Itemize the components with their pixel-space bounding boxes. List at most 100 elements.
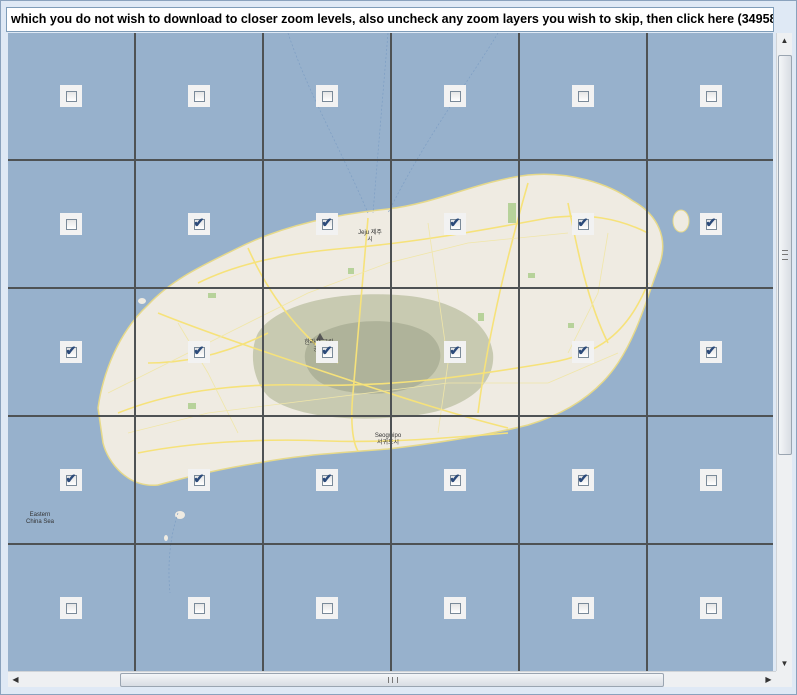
tile-checkbox[interactable]: ✔ bbox=[193, 214, 205, 230]
tile-cell: ✔ bbox=[136, 417, 264, 545]
scroll-down-arrow-icon[interactable]: ▼ bbox=[777, 656, 792, 671]
tile-checkbox[interactable]: ✔ bbox=[577, 214, 589, 230]
checkmark-icon: ✔ bbox=[705, 214, 717, 230]
tile-checkbox[interactable] bbox=[321, 602, 333, 614]
tile-checkbox-wrapper bbox=[60, 213, 82, 235]
tile-cell: ✔ bbox=[136, 161, 264, 289]
tile-checkbox-wrapper: ✔ bbox=[572, 341, 594, 363]
tile-checkbox-wrapper bbox=[572, 597, 594, 619]
tile-checkbox-wrapper: ✔ bbox=[316, 213, 338, 235]
checkmark-icon: ✔ bbox=[577, 214, 589, 230]
tile-checkbox[interactable] bbox=[193, 602, 205, 614]
checkmark-icon: ✔ bbox=[705, 342, 717, 358]
tile-checkbox[interactable]: ✔ bbox=[193, 470, 205, 486]
tile-selection-window: which you do not wish to download to clo… bbox=[0, 0, 797, 695]
tile-checkbox[interactable] bbox=[577, 90, 589, 102]
map-viewport[interactable]: Eastern China Sea Seogwipo 서귀포시 Jeju 제주시… bbox=[8, 33, 773, 671]
tile-checkbox[interactable]: ✔ bbox=[65, 470, 77, 486]
tile-checkbox-wrapper bbox=[700, 85, 722, 107]
tile-checkbox-wrapper bbox=[316, 85, 338, 107]
checkmark-icon: ✔ bbox=[577, 470, 589, 486]
tile-cell: ✔ bbox=[8, 289, 136, 417]
checkmark-icon: ✔ bbox=[193, 470, 205, 486]
tile-cell: ✔ bbox=[648, 289, 773, 417]
tile-checkbox-wrapper bbox=[316, 597, 338, 619]
tile-checkbox[interactable]: ✔ bbox=[705, 342, 717, 358]
tile-checkbox-wrapper: ✔ bbox=[188, 213, 210, 235]
tile-checkbox[interactable] bbox=[65, 218, 77, 230]
tile-checkbox[interactable]: ✔ bbox=[449, 344, 461, 358]
tile-checkbox[interactable] bbox=[705, 90, 717, 102]
tile-cell bbox=[8, 33, 136, 161]
tile-cell: ✔ bbox=[392, 161, 520, 289]
tile-checkbox-wrapper: ✔ bbox=[700, 213, 722, 235]
tile-checkbox-wrapper: ✔ bbox=[188, 469, 210, 491]
tile-checkbox[interactable] bbox=[193, 90, 205, 102]
checkmark-icon: ✔ bbox=[449, 214, 461, 230]
scrollbar-corner bbox=[776, 671, 792, 687]
tile-checkbox-wrapper bbox=[572, 85, 594, 107]
tile-cell bbox=[264, 33, 392, 161]
tile-cell bbox=[648, 545, 773, 671]
tile-checkbox[interactable]: ✔ bbox=[321, 472, 333, 486]
tile-checkbox-wrapper bbox=[700, 597, 722, 619]
tile-checkbox[interactable]: ✔ bbox=[321, 214, 333, 230]
tile-cell: ✔ bbox=[520, 289, 648, 417]
tile-checkbox[interactable]: ✔ bbox=[321, 342, 333, 358]
tile-cell: ✔ bbox=[392, 417, 520, 545]
tile-cell: ✔ bbox=[264, 289, 392, 417]
tile-cell: ✔ bbox=[8, 417, 136, 545]
tile-checkbox-wrapper: ✔ bbox=[444, 469, 466, 491]
tile-grid: ✔ ✔ ✔ ✔ ✔ ✔ ✔ ✔ ✔ ✔ ✔ ✔ ✔ ✔ ✔ ✔ bbox=[8, 33, 773, 671]
tile-checkbox[interactable] bbox=[65, 90, 77, 102]
tile-checkbox[interactable]: ✔ bbox=[449, 470, 461, 486]
tile-checkbox[interactable]: ✔ bbox=[65, 344, 77, 358]
tile-checkbox-wrapper bbox=[60, 85, 82, 107]
tile-checkbox-wrapper: ✔ bbox=[572, 213, 594, 235]
tile-checkbox-wrapper: ✔ bbox=[60, 341, 82, 363]
tile-cell bbox=[392, 33, 520, 161]
tile-checkbox-wrapper: ✔ bbox=[444, 341, 466, 363]
checkmark-icon: ✔ bbox=[193, 214, 205, 230]
horizontal-scrollbar[interactable]: ◀ ▶ bbox=[8, 671, 776, 687]
tile-cell: ✔ bbox=[520, 161, 648, 289]
tile-checkbox-wrapper: ✔ bbox=[188, 341, 210, 363]
tile-checkbox[interactable]: ✔ bbox=[577, 470, 589, 486]
download-instruction-link[interactable]: which you do not wish to download to clo… bbox=[6, 7, 774, 32]
vertical-scroll-thumb[interactable] bbox=[778, 55, 792, 455]
tile-checkbox[interactable]: ✔ bbox=[577, 344, 589, 358]
scroll-left-arrow-icon[interactable]: ◀ bbox=[8, 672, 23, 687]
tile-checkbox[interactable] bbox=[705, 474, 717, 486]
grip-icon bbox=[388, 677, 398, 683]
tile-checkbox[interactable] bbox=[449, 602, 461, 614]
tile-cell: ✔ bbox=[648, 161, 773, 289]
tile-cell: ✔ bbox=[520, 417, 648, 545]
tile-checkbox-wrapper bbox=[188, 85, 210, 107]
scroll-up-arrow-icon[interactable]: ▲ bbox=[777, 33, 792, 48]
checkmark-icon: ✔ bbox=[449, 470, 461, 486]
tile-checkbox-wrapper: ✔ bbox=[316, 469, 338, 491]
checkmark-icon: ✔ bbox=[321, 342, 333, 358]
tile-checkbox-wrapper: ✔ bbox=[444, 213, 466, 235]
checkmark-icon: ✔ bbox=[321, 214, 333, 230]
tile-checkbox[interactable] bbox=[705, 602, 717, 614]
tile-cell bbox=[8, 545, 136, 671]
tile-checkbox-wrapper bbox=[444, 597, 466, 619]
tile-checkbox-wrapper bbox=[60, 597, 82, 619]
tile-cell: ✔ bbox=[264, 161, 392, 289]
tile-checkbox[interactable] bbox=[577, 602, 589, 614]
tile-checkbox[interactable] bbox=[65, 602, 77, 614]
horizontal-scroll-thumb[interactable] bbox=[120, 673, 664, 687]
tile-checkbox[interactable]: ✔ bbox=[193, 342, 205, 358]
vertical-scrollbar[interactable]: ▲ ▼ bbox=[776, 33, 792, 671]
tile-cell bbox=[520, 33, 648, 161]
tile-checkbox[interactable] bbox=[449, 90, 461, 102]
tile-checkbox[interactable]: ✔ bbox=[705, 214, 717, 230]
checkmark-icon: ✔ bbox=[193, 342, 205, 358]
tile-cell bbox=[136, 33, 264, 161]
tile-checkbox[interactable]: ✔ bbox=[449, 214, 461, 230]
scroll-right-arrow-icon[interactable]: ▶ bbox=[761, 672, 776, 687]
tile-cell: ✔ bbox=[264, 417, 392, 545]
checkmark-icon: ✔ bbox=[65, 470, 77, 486]
tile-checkbox[interactable] bbox=[321, 90, 333, 102]
